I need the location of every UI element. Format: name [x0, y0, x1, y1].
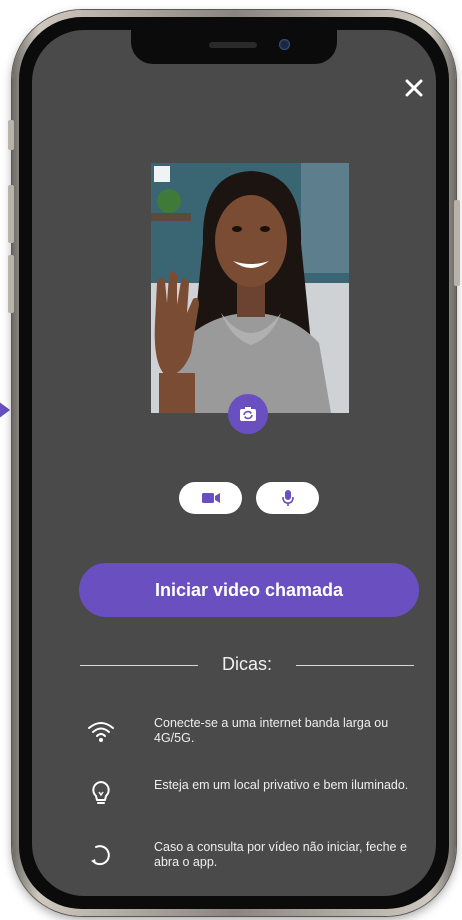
tip-text: Caso a consulta por vídeo não iniciar, f…: [154, 840, 407, 869]
notch: [131, 30, 337, 64]
refresh-icon: [91, 845, 110, 866]
phone-screen: Iniciar video chamada Dicas: Conecte-se …: [32, 30, 436, 896]
close-icon: [405, 79, 423, 97]
front-camera: [279, 39, 290, 50]
close-button[interactable]: [402, 76, 426, 100]
expand-icon[interactable]: [151, 163, 173, 185]
earpiece-speaker: [209, 42, 257, 48]
power-button: [454, 200, 460, 286]
start-video-call-button[interactable]: Iniciar video chamada: [79, 563, 419, 617]
tip-item-restart: Caso a consulta por vídeo não iniciar, f…: [86, 840, 416, 880]
video-preview-image: [151, 163, 349, 413]
switch-camera-icon: [240, 407, 256, 421]
toggle-camera-button[interactable]: [179, 482, 242, 514]
mute-switch: [8, 120, 14, 150]
volume-up-button: [8, 185, 14, 243]
tip-text: Esteja em um local privativo e bem ilumi…: [154, 778, 409, 792]
tip-text: Conecte-se a uma internet banda larga ou…: [154, 716, 389, 745]
phone-frame: Iniciar video chamada Dicas: Conecte-se …: [8, 10, 460, 916]
lightbulb-icon: [92, 781, 110, 804]
tips-header: Dicas:: [80, 652, 414, 678]
carousel-prev-arrow-icon[interactable]: [0, 392, 10, 428]
microphone-icon: [281, 490, 294, 506]
tip-item-internet: Conecte-se a uma internet banda larga ou…: [86, 716, 416, 756]
tip-item-location: Esteja em um local privativo e bem ilumi…: [86, 778, 416, 818]
self-video-preview: [151, 163, 349, 413]
tips-divider-right: [296, 665, 414, 666]
toggle-microphone-button[interactable]: [256, 482, 319, 514]
phone-bezel: Iniciar video chamada Dicas: Conecte-se …: [19, 17, 449, 909]
wifi-icon: [88, 722, 114, 742]
video-camera-icon: [201, 493, 220, 503]
switch-camera-button[interactable]: [228, 394, 268, 434]
volume-down-button: [8, 255, 14, 313]
